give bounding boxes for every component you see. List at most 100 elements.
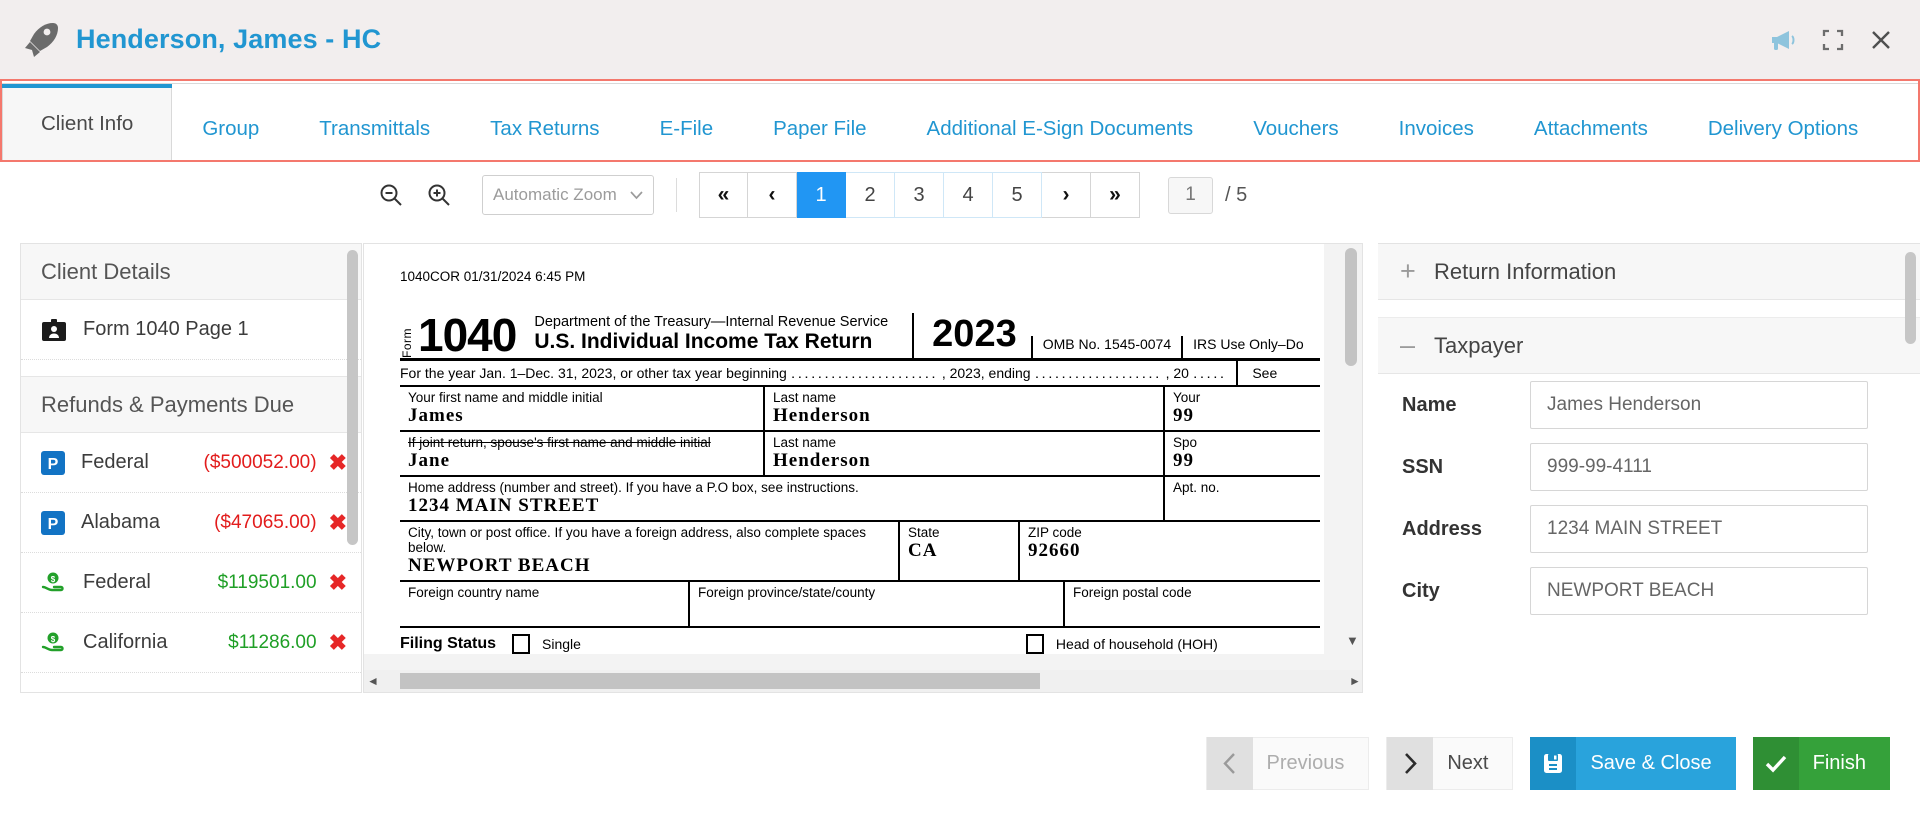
first-page-button[interactable]: « — [699, 172, 748, 218]
prev-page-button[interactable]: ‹ — [748, 172, 797, 218]
page-button-5[interactable]: 5 — [993, 172, 1042, 218]
tab-bar-highlight: Client Info Group Transmittals Tax Retur… — [0, 79, 1920, 162]
previous-button[interactable]: Previous — [1205, 737, 1370, 790]
address-field[interactable] — [1530, 505, 1868, 553]
save-and-close-button[interactable]: Save & Close — [1530, 737, 1736, 790]
name-field[interactable] — [1530, 381, 1868, 429]
close-icon[interactable] — [1870, 29, 1892, 51]
finish-label: Finish — [1812, 752, 1866, 774]
next-button[interactable]: Next — [1386, 737, 1514, 790]
list-item[interactable]: $ Federal $119501.00 ✖ — [21, 553, 361, 613]
scroll-left-icon[interactable]: ◄ — [364, 674, 382, 688]
tab-e-file[interactable]: E-File — [630, 97, 744, 160]
payment-icon: P — [41, 450, 65, 475]
tab-label: E-File — [659, 116, 714, 140]
pdf-vertical-scrollbar[interactable]: ▼ — [1345, 248, 1359, 648]
list-item[interactable]: P Alabama ($47065.00) ✖ — [21, 493, 361, 553]
scrollbar-thumb[interactable] — [1345, 248, 1357, 366]
filing-hoh-checkbox[interactable] — [1025, 634, 1044, 654]
page-total-label: / 5 — [1225, 183, 1248, 206]
scrollbar-thumb[interactable] — [400, 673, 1040, 689]
dots-1: ․․․․․․․․․․․․․․․․․․․․․․ — [790, 364, 938, 381]
filing-single-checkbox[interactable] — [512, 634, 530, 654]
form-header: Form 1040 Department of the Treasury—Int… — [400, 299, 1320, 361]
accordion-return-information[interactable]: + Return Information — [1378, 244, 1920, 300]
delete-icon[interactable]: ✖ — [329, 511, 347, 534]
next-page-button[interactable]: › — [1042, 172, 1091, 218]
svg-text:P: P — [48, 456, 59, 473]
announcement-icon[interactable] — [1770, 29, 1796, 51]
tab-vouchers[interactable]: Vouchers — [1223, 97, 1368, 160]
svg-text:$: $ — [51, 575, 56, 584]
page-button-4[interactable]: 4 — [944, 172, 993, 218]
finish-button[interactable]: Finish — [1752, 737, 1890, 790]
city-field[interactable] — [1530, 567, 1868, 615]
svg-text:$: $ — [51, 635, 56, 644]
state-label: State — [908, 525, 940, 540]
chevron-left-icon — [1206, 737, 1253, 790]
year-line-end: , 20 — [1165, 365, 1189, 381]
sidebar-item-form-1040-page-1[interactable]: Form 1040 Page 1 — [21, 300, 361, 360]
tab-label: Transmittals — [319, 116, 431, 140]
pdf-horizontal-scrollbar[interactable]: ◄ ► — [364, 670, 1362, 692]
tab-additional-esign-documents[interactable]: Additional E-Sign Documents — [897, 97, 1224, 160]
taxpayer-name-row: Your first name and middle initial James… — [400, 387, 1320, 432]
tab-client-info[interactable]: Client Info — [2, 84, 173, 160]
field-row-address: Address — [1378, 498, 1920, 560]
panel-divider — [1378, 300, 1920, 318]
tab-tax-returns[interactable]: Tax Returns — [460, 97, 629, 160]
right-panel-scrollbar[interactable] — [1905, 252, 1916, 344]
tab-label: Group — [202, 116, 260, 140]
address-row: Home address (number and street). If you… — [400, 477, 1320, 522]
tab-paper-file[interactable]: Paper File — [743, 97, 896, 160]
page-number-input[interactable] — [1168, 176, 1213, 214]
last-page-button[interactable]: » — [1091, 172, 1140, 218]
list-item-label: Alabama — [81, 511, 160, 533]
pdf-viewer: 1040COR 01/31/2024 6:45 PM Form 1040 Dep… — [363, 243, 1363, 693]
field-label: City — [1402, 579, 1440, 602]
tab-group[interactable]: Group — [172, 97, 289, 160]
foreign-row: Foreign country name Foreign province/st… — [400, 582, 1320, 628]
form-1040: Form 1040 Department of the Treasury—Int… — [400, 299, 1320, 654]
zoom-out-icon[interactable] — [372, 176, 410, 214]
tab-invoices[interactable]: Invoices — [1369, 97, 1504, 160]
scroll-down-icon[interactable]: ▼ — [1346, 633, 1359, 648]
page-button-1[interactable]: 1 — [797, 172, 846, 218]
scroll-right-icon[interactable]: ► — [1346, 674, 1362, 688]
accordion-taxpayer[interactable]: – Taxpayer — [1378, 318, 1920, 374]
sidebar-scrollbar[interactable] — [347, 250, 358, 545]
spouse-name-value: Jane — [408, 450, 450, 471]
year-line-mid: , 2023, ending — [941, 365, 1031, 381]
zoom-in-icon[interactable] — [420, 176, 458, 214]
zip-value: 92660 — [1028, 540, 1081, 561]
year-line-left: For the year Jan. 1–Dec. 31, 2023, or ot… — [400, 365, 787, 381]
list-item[interactable]: $ California $11286.00 ✖ — [21, 613, 361, 673]
minus-icon: – — [1400, 330, 1416, 360]
filing-single-label: Single — [542, 636, 581, 652]
fullscreen-icon[interactable] — [1822, 29, 1844, 51]
next-label: Next — [1447, 752, 1489, 774]
client-details-header: Client Details — [21, 244, 361, 300]
client-details-title: Client Details — [41, 258, 171, 284]
ssn-field[interactable] — [1530, 443, 1868, 491]
zoom-level-select[interactable]: Automatic Zoom — [482, 175, 654, 215]
tab-transmittals[interactable]: Transmittals — [289, 97, 460, 160]
list-item[interactable]: P Federal ($500052.00) ✖ — [21, 433, 361, 493]
zoom-level-value: Automatic Zoom — [493, 185, 617, 204]
refund-icon: $ — [41, 632, 64, 651]
list-item-amount: ($47065.00) — [214, 511, 317, 533]
tab-label: Attachments — [1533, 116, 1648, 140]
previous-label: Previous — [1266, 752, 1345, 774]
page-button-3[interactable]: 3 — [895, 172, 944, 218]
plus-icon: + — [1400, 256, 1416, 286]
tab-attachments[interactable]: Attachments — [1504, 97, 1678, 160]
delete-icon[interactable]: ✖ — [329, 631, 347, 654]
delete-icon[interactable]: ✖ — [329, 571, 347, 594]
first-name-value: James — [408, 405, 464, 426]
pdf-meta-line: 1040COR 01/31/2024 6:45 PM — [400, 269, 586, 284]
tab-delivery-options[interactable]: Delivery Options — [1678, 97, 1888, 160]
page-button-2[interactable]: 2 — [846, 172, 895, 218]
tab-label: Invoices — [1398, 116, 1474, 140]
delete-icon[interactable]: ✖ — [329, 451, 347, 474]
filing-status-row: Filing Status Single Head of household (… — [400, 628, 1320, 654]
